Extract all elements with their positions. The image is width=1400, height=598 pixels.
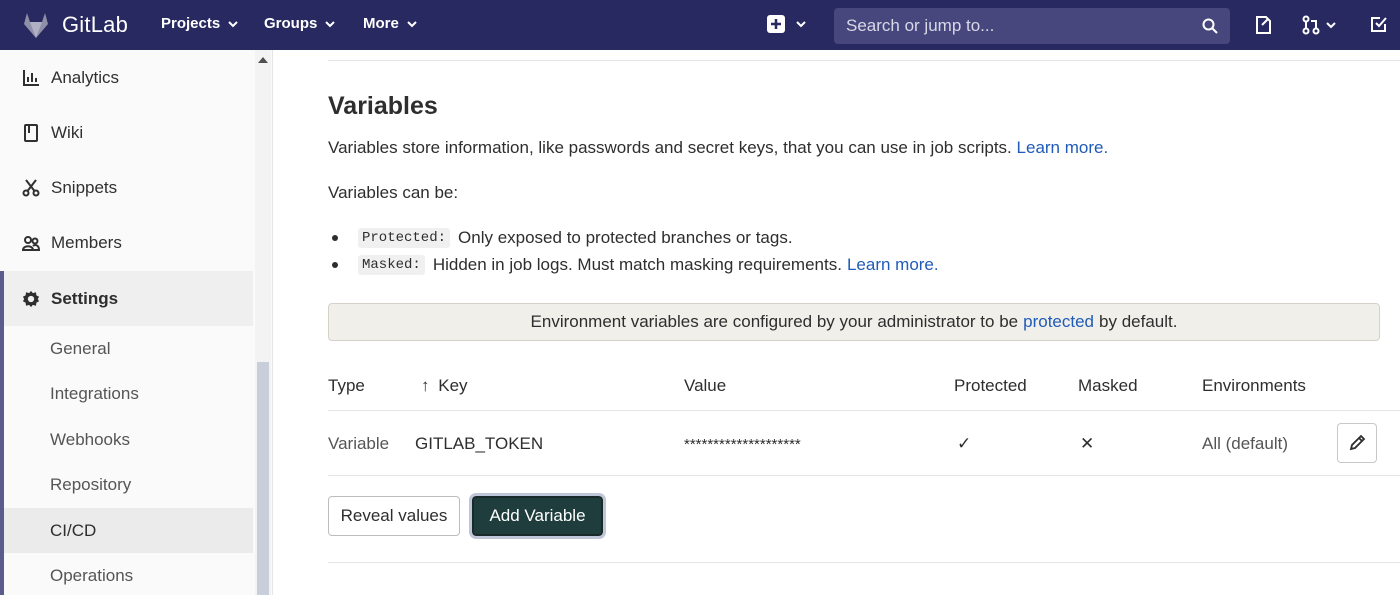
sidebar-item-label: Analytics	[51, 67, 120, 87]
search-bar[interactable]	[834, 8, 1230, 44]
sidebar-subitem-integrations[interactable]: Integrations	[4, 371, 253, 416]
scrollbar-thumb[interactable]	[257, 362, 269, 595]
projects-menu[interactable]: Projects	[161, 15, 238, 32]
sidebar-item-label: Snippets	[51, 177, 118, 197]
brand-name: GitLab	[62, 12, 129, 37]
pencil-icon	[1349, 434, 1366, 451]
intro-text: Variables store information, like passwo…	[328, 138, 1108, 158]
list-item: Protected: Only exposed to protected bra…	[332, 228, 793, 248]
scroll-up-arrow-icon[interactable]	[258, 57, 268, 63]
sidebar-item-settings[interactable]: Settings	[0, 271, 253, 326]
notice-prefix: Environment variables are configured by …	[530, 312, 1019, 331]
list-item: Masked: Hidden in job logs. Must match m…	[332, 255, 939, 275]
groups-menu-label: Groups	[264, 15, 318, 32]
bullet	[332, 262, 338, 268]
sidebar-subitem-operations[interactable]: Operations	[4, 553, 253, 598]
tanuki-logo-icon	[24, 13, 48, 38]
subitem-label: CI/CD	[50, 520, 97, 540]
scissors-icon	[22, 178, 40, 196]
column-header-key[interactable]: ↑ Key	[421, 376, 468, 396]
chevron-down-icon	[325, 20, 336, 27]
more-menu-label: More	[363, 15, 399, 32]
more-menu[interactable]: More	[363, 15, 417, 32]
chevron-down-icon	[1326, 22, 1336, 29]
bullet	[332, 235, 338, 241]
search-icon	[1202, 18, 1218, 34]
learn-more-link[interactable]: Learn more.	[1017, 138, 1109, 157]
sidebar-item-label: Settings	[51, 288, 119, 308]
column-header-protected[interactable]: Protected	[954, 376, 1027, 396]
subitem-label: General	[50, 338, 111, 358]
chevron-down-icon	[228, 20, 238, 27]
column-header-value[interactable]: Value	[684, 376, 726, 396]
chevron-down-icon	[796, 21, 806, 28]
analytics-icon	[23, 69, 39, 86]
subitem-label: Webhooks	[50, 429, 131, 449]
divider	[328, 475, 1400, 476]
issues-icon[interactable]	[1254, 15, 1272, 35]
subitem-label: Integrations	[50, 383, 139, 403]
masked-code: Masked:	[358, 255, 425, 275]
sidebar: Analytics Wiki Snippets Members Settings	[0, 50, 273, 595]
variable-type-cell: Variable	[328, 434, 390, 453]
merge-request-icon	[1302, 15, 1320, 35]
sidebar-item-label: Wiki	[51, 122, 84, 142]
variable-key-cell: GITLAB_TOKEN	[415, 434, 544, 453]
top-navbar: GitLab Projects Groups More	[0, 0, 1400, 50]
masked-x-icon: ✕	[1080, 434, 1095, 453]
sort-arrow-up-icon: ↑	[421, 376, 430, 395]
sidebar-subitem-repository[interactable]: Repository	[4, 462, 253, 507]
gitlab-logo[interactable]: GitLab	[20, 9, 128, 41]
sidebar-item-label: Members	[51, 232, 122, 252]
protected-link[interactable]: protected	[1023, 312, 1094, 332]
divider	[328, 60, 1400, 61]
divider	[328, 562, 1400, 563]
protected-description: Only exposed to protected branches or ta…	[458, 228, 793, 247]
groups-menu[interactable]: Groups	[264, 15, 336, 32]
sidebar-subitem-general[interactable]: General	[4, 326, 253, 371]
column-header-masked[interactable]: Masked	[1078, 376, 1138, 396]
variable-value-cell: ********************	[684, 436, 801, 453]
todos-icon[interactable]	[1370, 15, 1388, 33]
protected-code: Protected:	[358, 228, 451, 248]
protected-default-notice: Environment variables are configured by …	[328, 303, 1380, 341]
plus-square-icon	[767, 15, 785, 33]
variables-can-be-text: Variables can be:	[328, 183, 459, 202]
intro-body: Variables store information, like passwo…	[328, 138, 1012, 157]
chevron-down-icon	[407, 20, 417, 27]
column-header-environments[interactable]: Environments	[1202, 376, 1306, 396]
book-icon	[24, 123, 38, 142]
environments-cell: All (default)	[1202, 434, 1288, 453]
sidebar-item-analytics[interactable]: Analytics	[0, 50, 253, 105]
sidebar-subitem-webhooks[interactable]: Webhooks	[4, 417, 253, 462]
masked-description: Hidden in job logs. Must match masking r…	[432, 255, 842, 274]
subitem-label: Repository	[50, 474, 132, 494]
protected-check-icon: ✓	[957, 434, 972, 453]
sidebar-item-members[interactable]: Members	[0, 215, 253, 270]
edit-variable-button[interactable]	[1337, 423, 1377, 463]
sidebar-item-snippets[interactable]: Snippets	[0, 160, 253, 215]
users-icon	[22, 235, 40, 251]
add-variable-button[interactable]: Add Variable	[469, 493, 606, 539]
masking-learn-more-link[interactable]: Learn more.	[847, 255, 939, 275]
projects-menu-label: Projects	[161, 15, 221, 32]
reveal-values-button[interactable]: Reveal values	[328, 496, 460, 536]
section-title: Variables	[328, 92, 438, 120]
key-header-label: Key	[438, 376, 468, 395]
subitem-label: Operations	[50, 565, 134, 585]
notice-suffix: by default.	[1099, 312, 1178, 331]
search-input[interactable]	[846, 16, 1202, 36]
new-item-dropdown[interactable]	[766, 14, 806, 34]
main-content: Variables Variables store information, l…	[273, 50, 1400, 595]
sidebar-item-wiki[interactable]: Wiki	[0, 105, 253, 160]
column-header-type[interactable]: Type	[328, 376, 365, 396]
gear-icon	[22, 290, 40, 307]
sidebar-subitem-cicd[interactable]: CI/CD	[4, 508, 253, 553]
divider	[328, 410, 1400, 411]
merge-requests-dropdown[interactable]	[1302, 15, 1336, 35]
